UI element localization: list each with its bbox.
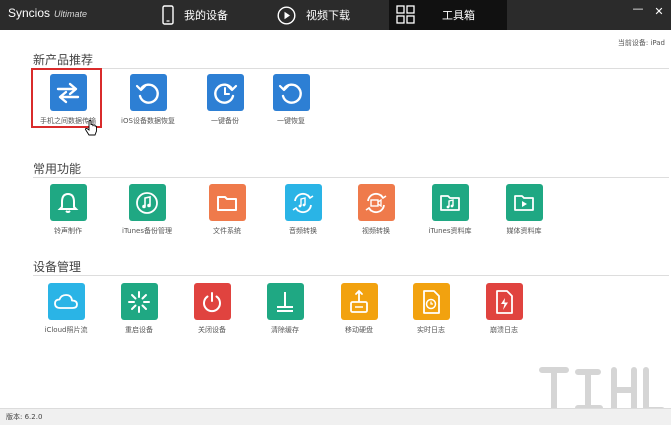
tool-clear-cache[interactable]: 清除缓存 (243, 283, 327, 335)
backup-icon (206, 74, 244, 111)
selection-highlight (31, 68, 102, 128)
version-label: 版本: 6.2.0 (6, 413, 43, 421)
tool-ios-data-recovery[interactable]: iOS设备数据恢复 (106, 74, 190, 126)
tool-label: iTunes备份管理 (122, 227, 172, 235)
tool-itunes-library[interactable]: iTunes资料库 (408, 184, 492, 236)
folder-icon (208, 184, 246, 221)
phone-icon (162, 5, 174, 25)
tool-label: 重启设备 (125, 326, 153, 334)
tool-label: 关闭设备 (198, 326, 226, 334)
play-icon (277, 5, 296, 25)
broom-icon (266, 283, 304, 320)
tool-reboot-device[interactable]: 重启设备 (97, 283, 181, 335)
restore-icon (129, 74, 167, 111)
section-title-device-management: 设备管理 (33, 260, 82, 274)
tool-label: iCloud照片流 (44, 326, 88, 334)
tool-label: 媒体资料库 (506, 227, 542, 235)
section-divider (33, 68, 669, 69)
cloud-icon (47, 283, 85, 320)
tool-file-system[interactable]: 文件系统 (185, 184, 269, 236)
media-folder-icon (505, 184, 543, 221)
tool-icloud-photo-stream[interactable]: iCloud照片流 (24, 283, 108, 335)
tool-label: 文件系统 (213, 227, 241, 235)
minimize-button[interactable]: — (630, 2, 646, 15)
tool-label: 实时日志 (417, 326, 445, 334)
bell-icon (49, 184, 87, 221)
video-convert-icon (357, 184, 395, 221)
tool-label: iOS设备数据恢复 (121, 117, 175, 125)
title-bar: Syncios Ultimate 我的设备 视频下载 工具箱 — ✕ (0, 0, 671, 30)
tool-realtime-log[interactable]: 实时日志 (389, 283, 473, 335)
tool-label: 音频转换 (289, 227, 317, 235)
log-icon (412, 283, 450, 320)
tool-shutdown-device[interactable]: 关闭设备 (170, 283, 254, 335)
tool-itunes-backup-manager[interactable]: iTunes备份管理 (105, 184, 189, 236)
toolbox-icon (396, 5, 415, 24)
power-icon (193, 283, 231, 320)
nav-label: 工具箱 (442, 9, 475, 22)
tool-label: 视频转换 (362, 227, 390, 235)
crash-log-icon (485, 283, 523, 320)
music-note-icon (128, 184, 166, 221)
section-title-new-products: 新产品推荐 (33, 53, 94, 67)
status-bar: 版本: 6.2.0 (0, 408, 671, 425)
app-title: Syncios Ultimate (8, 6, 88, 20)
tool-label: 一键恢复 (277, 117, 305, 125)
tool-label: 清除缓存 (271, 326, 299, 334)
tool-video-convert[interactable]: 视频转换 (334, 184, 418, 236)
restore-icon (272, 74, 310, 111)
nav-label: 我的设备 (184, 9, 228, 22)
tool-media-library[interactable]: 媒体资料库 (482, 184, 566, 236)
tool-audio-convert[interactable]: 音频转换 (261, 184, 345, 236)
usb-drive-icon (340, 283, 378, 320)
close-button[interactable]: ✕ (651, 5, 667, 18)
nav-my-device[interactable]: 我的设备 (162, 0, 228, 30)
reboot-icon (120, 283, 158, 320)
music-folder-icon (431, 184, 469, 221)
nav-video-download[interactable]: 视频下载 (277, 0, 350, 30)
tool-ringtone-maker[interactable]: 铃声制作 (26, 184, 110, 236)
hand-cursor-icon (85, 120, 97, 136)
section-title-common-functions: 常用功能 (33, 162, 82, 176)
section-divider (33, 177, 669, 178)
tool-label: iTunes资料库 (428, 227, 472, 235)
current-device-label: 当前设备: iPad (617, 39, 665, 47)
tool-crash-log[interactable]: 崩溃日志 (462, 283, 546, 335)
nav-label: 视频下载 (306, 9, 350, 22)
audio-convert-icon (284, 184, 322, 221)
nav-toolbox[interactable]: 工具箱 (389, 0, 507, 30)
section-divider (33, 275, 669, 276)
tool-label: 崩溃日志 (490, 326, 518, 334)
tool-one-click-restore[interactable]: 一键恢复 (249, 74, 333, 126)
tool-label: 铃声制作 (54, 227, 82, 235)
